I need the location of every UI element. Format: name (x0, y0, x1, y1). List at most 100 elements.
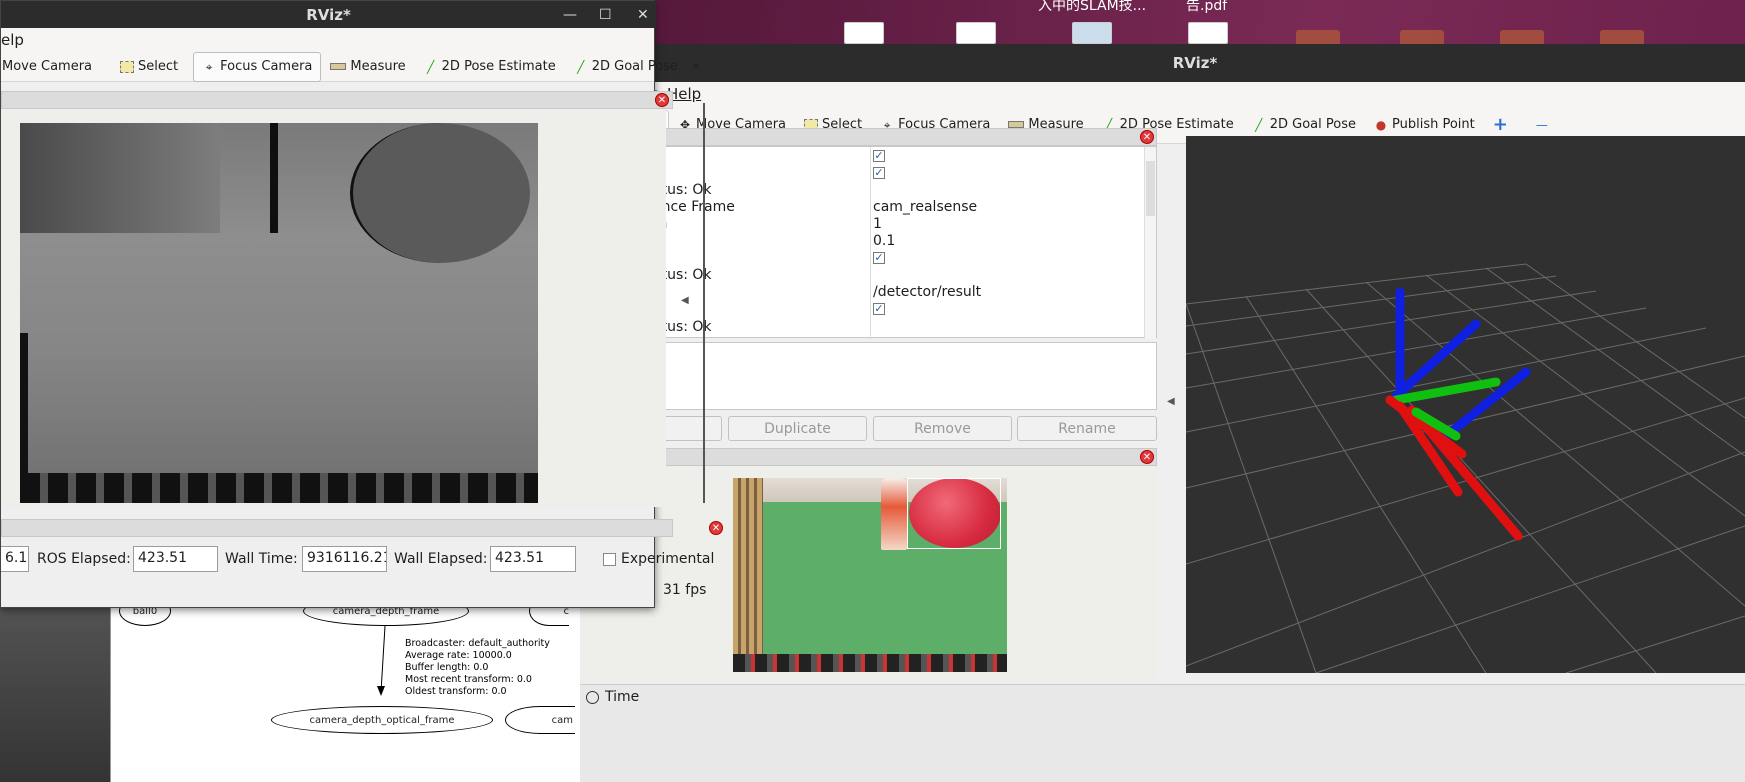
desktop-file-label[interactable]: 入中的SLAM技... (1038, 0, 1146, 15)
minimize-icon[interactable]: — (563, 1, 581, 28)
depth-panel-header: ✕ (1, 91, 673, 109)
edge-info-line: Most recent transform: 0.0 (405, 674, 532, 685)
displays-tree[interactable] (645, 146, 1157, 339)
tf-tree-window: ball0 camera_depth_frame c Broadcaster: … (110, 596, 640, 782)
folder-icon[interactable] (1600, 30, 1644, 44)
ros-time-field[interactable]: 6.18 (1, 546, 29, 572)
folder-icon[interactable] (1500, 30, 1544, 44)
goal-pose-tool[interactable]: ╱ 2D Goal Pose (565, 52, 687, 82)
tool-label: 2D Goal Pose (591, 59, 678, 74)
crosshair-icon: ⌖ (205, 59, 213, 74)
add-tool-button[interactable]: + (1484, 110, 1517, 140)
folder-icon[interactable] (1400, 30, 1444, 44)
edge-info-line: Broadcaster: default_authority (405, 638, 550, 649)
close-window-icon[interactable]: ✕ (637, 1, 655, 28)
move-camera-tool[interactable]: Move Camera (1, 52, 101, 82)
time-panel-title: Time (586, 689, 639, 705)
arrow-pen-icon: ╱ (577, 59, 585, 74)
close-icon[interactable]: ✕ (1140, 130, 1154, 144)
checkbox[interactable]: ✓ (873, 150, 885, 162)
remove-tool-button[interactable]: — (1527, 110, 1557, 140)
grid-and-axes (1186, 263, 1745, 673)
render-view[interactable] (1186, 136, 1745, 673)
file-thumbnail[interactable] (956, 22, 996, 44)
tool-label: Focus Camera (220, 59, 313, 74)
rename-button[interactable]: Rename (1017, 416, 1157, 441)
tf-edge-info: Broadcaster: default_authority Average r… (405, 638, 550, 698)
tf-node[interactable]: camera_depth_optical_frame (271, 706, 493, 734)
ros-elapsed-field[interactable]: 423.51 (133, 546, 218, 572)
collapse-arrow-icon[interactable]: ◀ (1167, 396, 1175, 407)
focus-camera-tool[interactable]: ⌖ Focus Camera (193, 51, 322, 82)
camera-image (733, 478, 1007, 672)
depth-image (20, 123, 538, 503)
select-tool[interactable]: Select (111, 52, 187, 82)
time-label: Time (605, 689, 640, 705)
time-panel-header: ✕ (1, 519, 723, 537)
experimental-label: Experimental (621, 551, 715, 567)
display-value[interactable]: 1 (873, 216, 882, 232)
display-value[interactable]: cam_realsense (873, 199, 977, 215)
rviz-window-back: RViz* ls Help ✥Move Camera Select ⌖Focus… (580, 44, 1745, 782)
close-icon[interactable]: ✕ (655, 93, 669, 107)
measure-tool[interactable]: Measure (321, 52, 414, 82)
wall-elapsed-label: Wall Elapsed: (394, 551, 488, 567)
tool-label: Measure (350, 59, 406, 74)
dock-strip (0, 596, 112, 782)
arrow-pen-icon: ╱ (427, 59, 435, 74)
node-label: camera_depth_optical_frame (309, 714, 455, 726)
file-thumbnail[interactable] (844, 22, 884, 44)
close-icon[interactable]: ✕ (1140, 450, 1154, 464)
edge-info-line: Oldest transform: 0.0 (405, 686, 507, 697)
window-title: RViz* (1, 1, 656, 28)
splitter[interactable] (703, 103, 705, 503)
menu-help[interactable]: elp (1, 31, 24, 49)
tf-edge-arrow (377, 625, 386, 696)
select-icon (120, 60, 135, 73)
edge-info-line: Buffer length: 0.0 (405, 662, 489, 673)
map-pin-icon: ● (1375, 117, 1387, 132)
window-title: RViz* (645, 44, 1745, 82)
clock-icon (586, 690, 599, 704)
folder-icon[interactable] (1296, 30, 1340, 44)
file-thumbnail[interactable] (1188, 22, 1228, 44)
remove-button[interactable]: Remove (873, 416, 1012, 441)
tf-node[interactable]: cam (505, 706, 575, 734)
display-value[interactable]: /detector/result (873, 284, 981, 300)
image-panel-header: ✕ (580, 448, 1157, 466)
tool-label: Publish Point (1392, 117, 1475, 132)
edge-info-line: Average rate: 10000.0 (405, 650, 512, 661)
ruler-icon (330, 63, 347, 70)
time-panel-back: Time (580, 684, 1745, 782)
desktop-file-label[interactable]: 告.pdf (1186, 0, 1227, 15)
ruler-icon (1008, 121, 1025, 128)
maximize-icon[interactable]: ☐ (599, 1, 617, 28)
node-label: cam (551, 714, 573, 726)
description-box (645, 342, 1157, 410)
menu-bar: ls Help (645, 82, 1745, 106)
display-value[interactable]: 0.1 (873, 233, 895, 249)
tool-label: 2D Goal Pose (1269, 117, 1356, 132)
checkbox[interactable]: ✓ (873, 167, 885, 179)
checkbox[interactable]: ✓ (873, 303, 885, 315)
tool-label: Move Camera (2, 59, 93, 74)
duplicate-button[interactable]: Duplicate (728, 416, 867, 441)
tool-label: Select (138, 59, 179, 74)
fps-label: 31 fps (663, 582, 707, 598)
menu-bar: elp (1, 28, 654, 52)
file-thumbnail[interactable] (1072, 22, 1112, 44)
checkbox[interactable]: ✓ (873, 252, 885, 264)
wall-time-field[interactable]: 9316116.21 (302, 546, 387, 572)
pose-estimate-tool[interactable]: ╱ 2D Pose Estimate (415, 52, 565, 82)
experimental-checkbox[interactable] (603, 553, 616, 566)
displays-panel-header: ✕ (645, 128, 1157, 146)
collapse-arrow-icon[interactable]: ◀ (681, 295, 689, 306)
wall-elapsed-field[interactable]: 423.51 (490, 546, 576, 572)
goal-pose-tool[interactable]: ╱ 2D Goal Pose (1243, 110, 1365, 140)
arrow-pen-icon: ╱ (1255, 117, 1263, 132)
scrollbar[interactable] (1144, 147, 1156, 339)
ros-elapsed-label: ROS Elapsed: (37, 551, 131, 567)
close-icon[interactable]: ✕ (709, 521, 723, 535)
publish-point-tool[interactable]: ● Publish Point (1365, 110, 1484, 140)
toolbar-overflow-button[interactable]: » (687, 52, 705, 82)
